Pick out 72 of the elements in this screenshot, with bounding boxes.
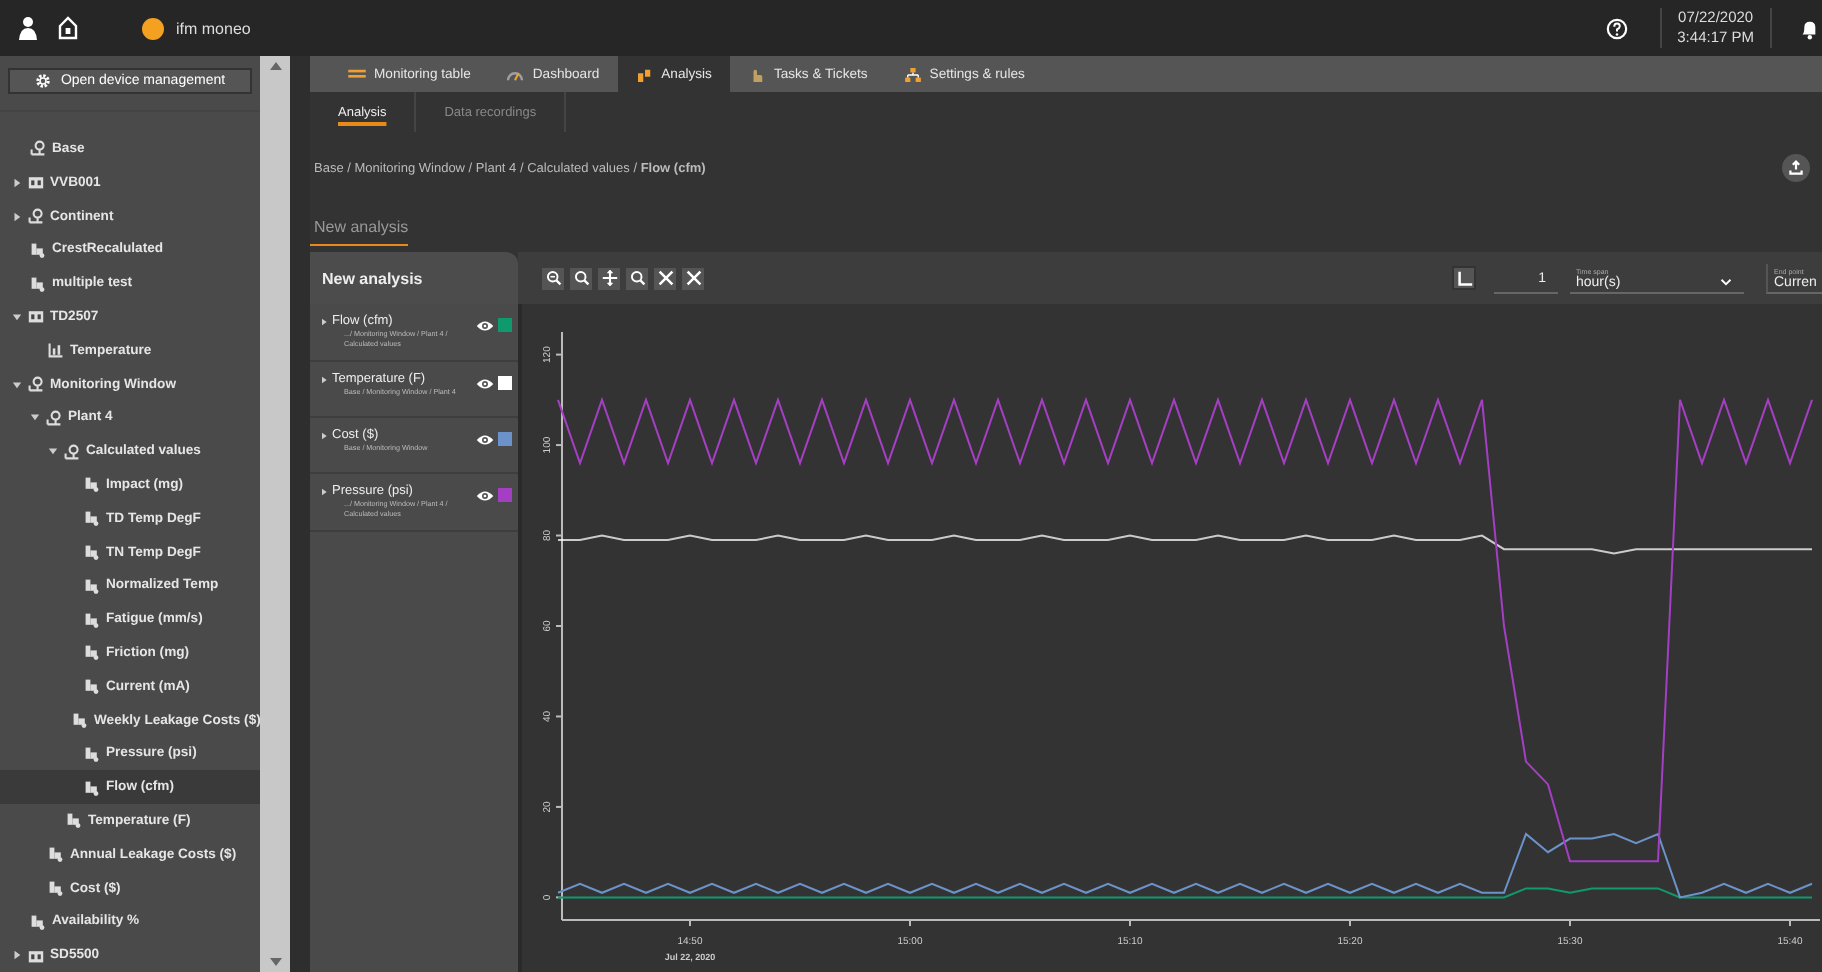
upload-icon xyxy=(1788,160,1804,176)
series-color-swatch[interactable] xyxy=(498,318,512,332)
eye-icon[interactable] xyxy=(476,378,494,390)
zoom-out-button[interactable] xyxy=(570,267,592,289)
home-icon[interactable] xyxy=(58,16,78,40)
caret-icon[interactable] xyxy=(30,412,40,423)
sensor-icon xyxy=(30,241,46,258)
sensor-icon xyxy=(48,880,64,896)
series-color-swatch[interactable] xyxy=(498,488,512,502)
sensor-icon xyxy=(84,577,100,594)
table-icon xyxy=(348,67,366,81)
close-button[interactable] xyxy=(682,267,704,289)
eye-icon[interactable] xyxy=(476,434,494,446)
chart-icon xyxy=(48,342,64,359)
collapse-handle[interactable] xyxy=(290,56,310,972)
device-icon xyxy=(28,947,44,964)
pin-icon xyxy=(46,409,62,426)
scroll-up-icon[interactable] xyxy=(269,62,281,70)
panel-title: New analysis xyxy=(310,252,518,304)
sensor-icon xyxy=(72,712,88,729)
bell-icon[interactable] xyxy=(1800,17,1816,39)
sensor-icon xyxy=(66,812,82,829)
eye-icon[interactable] xyxy=(476,490,494,502)
sensor-icon xyxy=(84,745,100,762)
sensor-icon xyxy=(84,510,100,527)
series-color-swatch[interactable] xyxy=(498,432,512,446)
logo-icon xyxy=(142,17,164,39)
device-icon xyxy=(28,174,44,191)
expand-icon[interactable] xyxy=(320,318,328,326)
eye-icon[interactable] xyxy=(476,320,494,332)
sensor-icon xyxy=(30,275,46,292)
expand-icon[interactable] xyxy=(320,376,328,384)
zoom-button[interactable] xyxy=(626,267,648,289)
sensor-icon xyxy=(84,678,100,695)
sensor-icon xyxy=(84,544,100,561)
sensor-icon xyxy=(84,779,100,796)
section-title: New analysis xyxy=(310,218,409,246)
pin-icon xyxy=(28,376,44,393)
scroll-down-icon[interactable] xyxy=(269,958,281,966)
sensor-icon xyxy=(84,644,100,661)
zoom-in-button[interactable] xyxy=(542,267,564,289)
device-icon xyxy=(28,308,44,325)
pin-icon xyxy=(28,208,44,225)
expand-icon[interactable] xyxy=(320,432,328,440)
app-name: ifm moneo xyxy=(176,19,251,37)
caret-icon[interactable] xyxy=(12,379,22,390)
caret-icon[interactable] xyxy=(12,950,22,961)
axis-button[interactable] xyxy=(1452,266,1476,290)
hand-icon xyxy=(747,67,766,81)
gauge-icon xyxy=(506,67,525,81)
caret-icon[interactable] xyxy=(12,311,22,322)
sensor-icon xyxy=(84,611,100,628)
pin-icon xyxy=(30,140,46,157)
series-color-swatch[interactable] xyxy=(498,376,512,390)
user-icon[interactable] xyxy=(18,16,38,40)
pan-button[interactable] xyxy=(598,267,620,289)
sensor-icon xyxy=(30,913,46,930)
close-button[interactable] xyxy=(654,267,676,289)
help-icon[interactable] xyxy=(1605,17,1628,39)
sensor-icon xyxy=(48,846,64,863)
analysis-icon xyxy=(635,67,654,81)
caret-icon[interactable] xyxy=(12,177,22,188)
caret-icon[interactable] xyxy=(12,211,22,222)
pin-icon xyxy=(64,443,80,460)
sensor-icon xyxy=(84,476,100,493)
expand-icon[interactable] xyxy=(320,488,328,496)
chevron-down-icon xyxy=(1720,277,1732,285)
export-button[interactable] xyxy=(1782,154,1810,182)
scrollbar[interactable] xyxy=(260,56,290,972)
caret-icon[interactable] xyxy=(48,446,58,457)
gear-icon xyxy=(34,72,53,91)
hierarchy-icon xyxy=(903,67,922,81)
